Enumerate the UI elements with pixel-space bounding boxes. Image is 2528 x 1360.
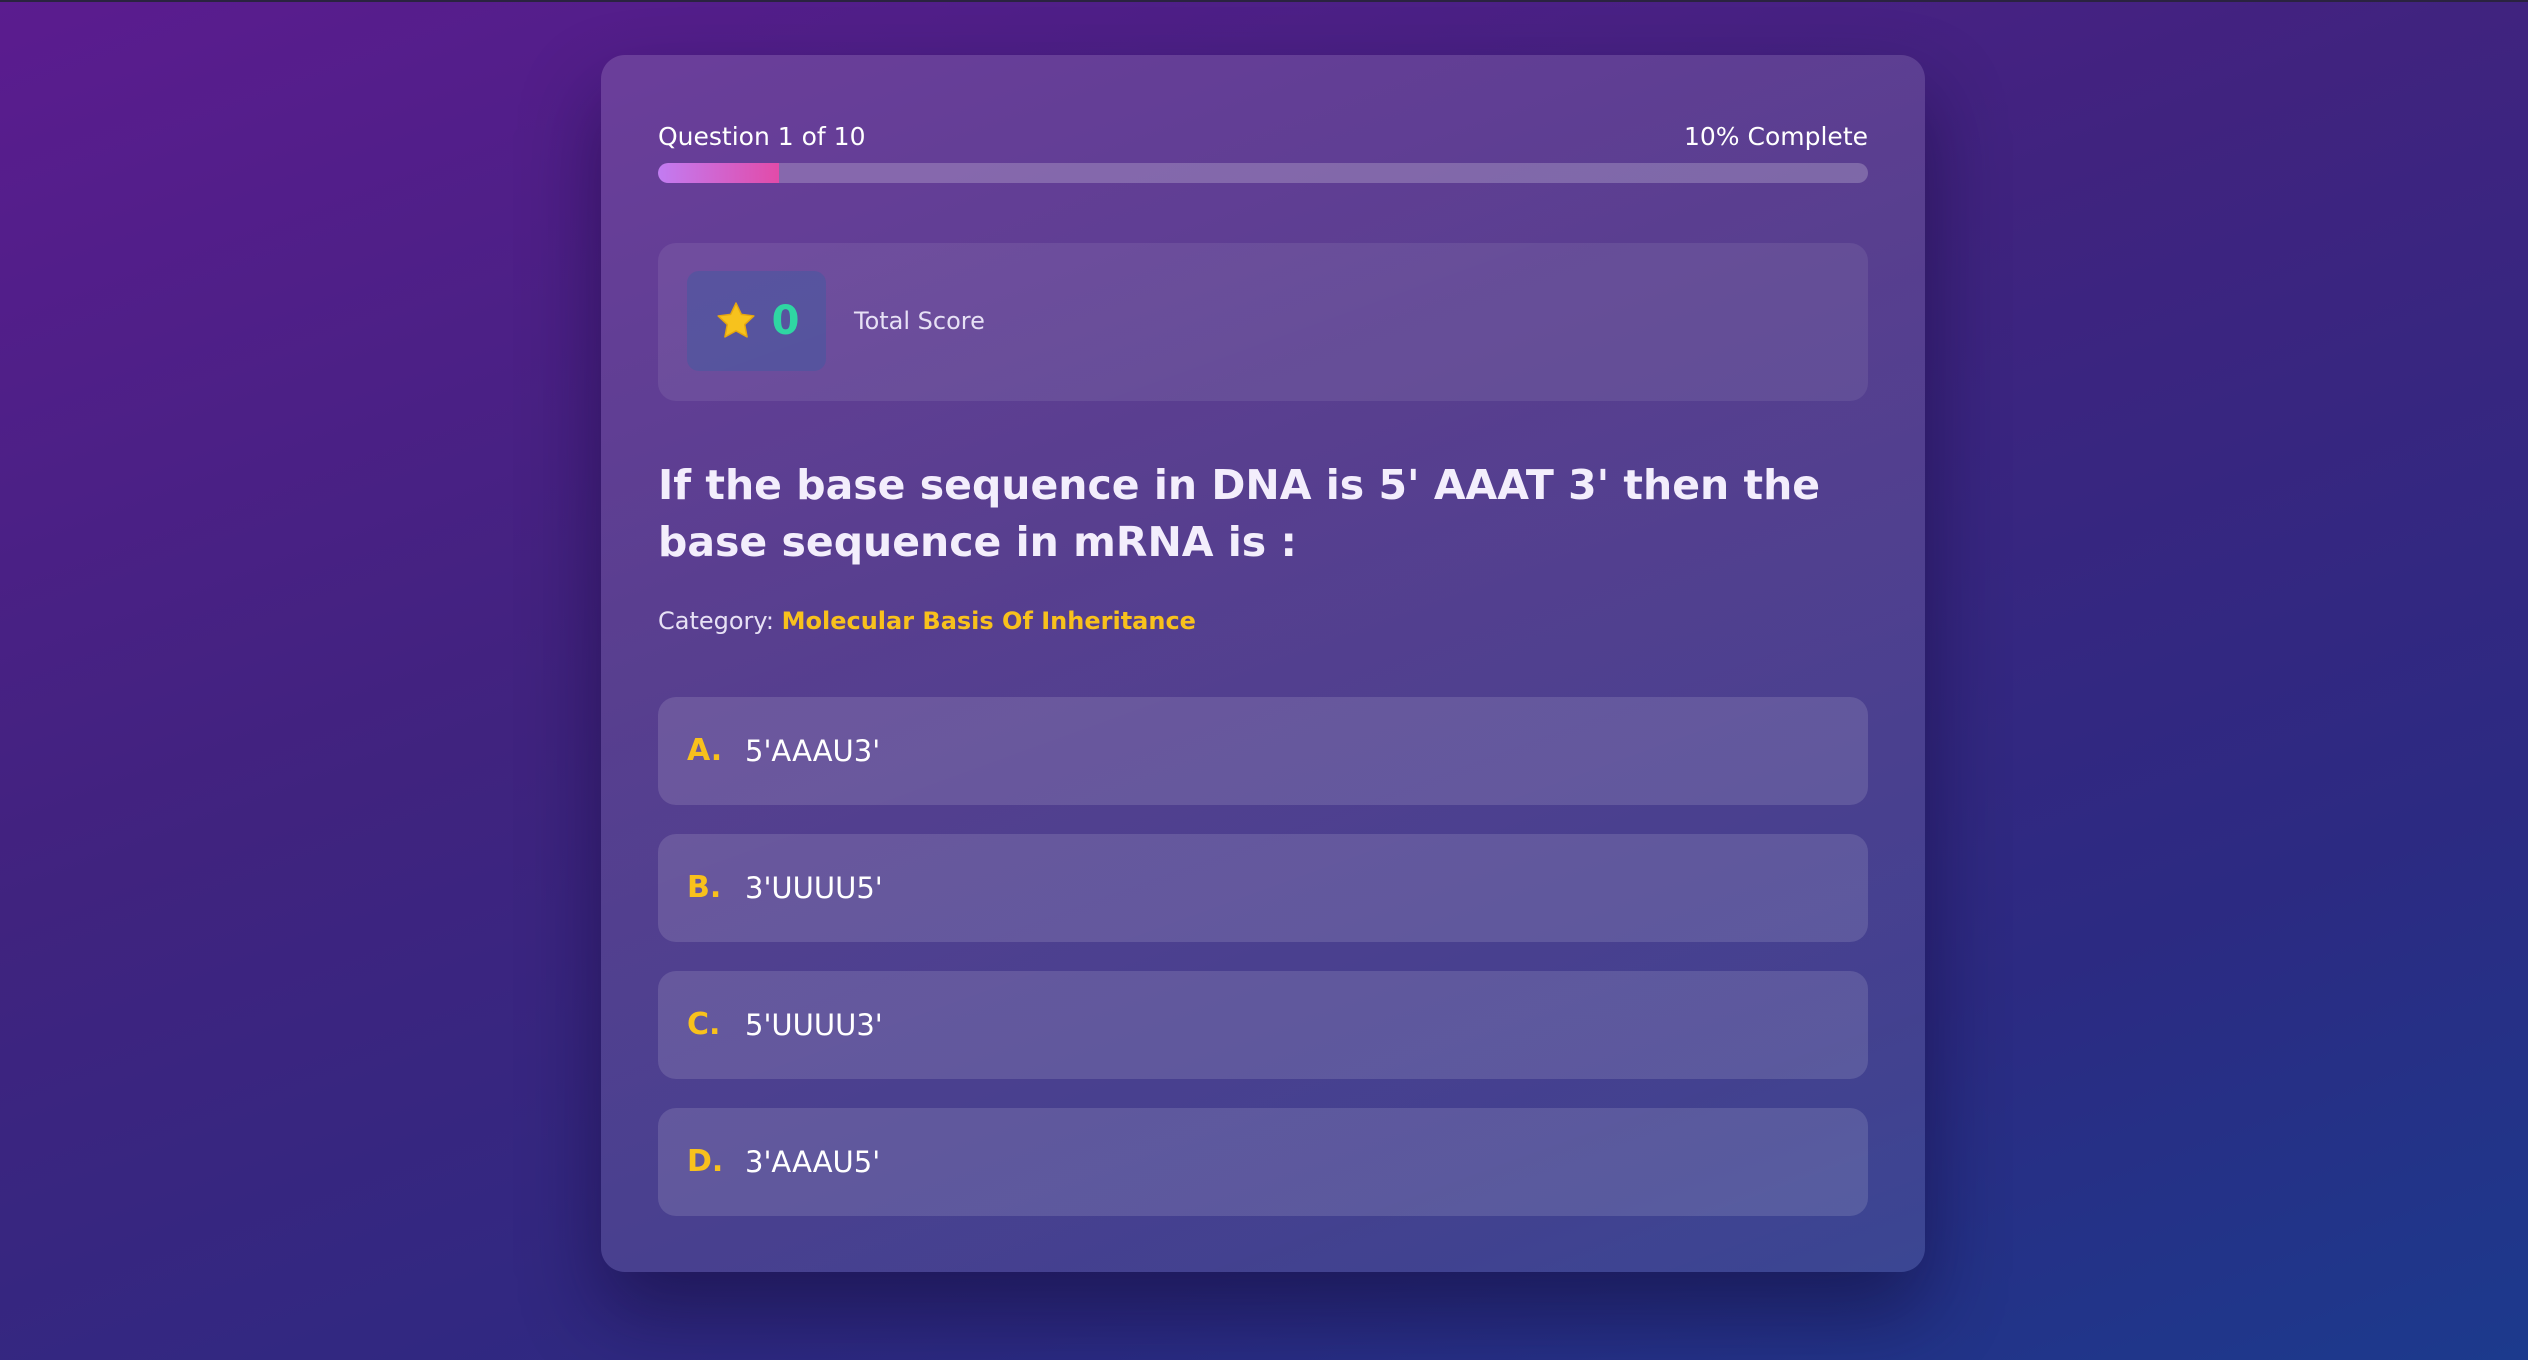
option-text: 5'UUUU3' bbox=[745, 1008, 883, 1042]
question-text: If the base sequence in DNA is 5' AAAT 3… bbox=[658, 461, 1821, 566]
option-text: 3'AAAU5' bbox=[745, 1145, 881, 1179]
option-b[interactable]: B. 3'UUUU5' bbox=[658, 834, 1868, 942]
option-text: 3'UUUU5' bbox=[745, 871, 883, 905]
question-counter: Question 1 of 10 bbox=[658, 122, 866, 151]
score-value: 0 bbox=[771, 298, 800, 344]
progress-bar-fill bbox=[658, 163, 779, 183]
star-icon bbox=[716, 302, 755, 338]
quiz-card: Question 1 of 10 10% Complete 0 Total Sc… bbox=[601, 55, 1925, 1272]
category-line: Category: Molecular Basis Of Inheritance bbox=[658, 603, 1196, 639]
score-panel: 0 Total Score bbox=[658, 243, 1868, 401]
option-letter: D. bbox=[687, 1144, 724, 1179]
option-a[interactable]: A. 5'AAAU3' bbox=[658, 697, 1868, 805]
option-letter: C. bbox=[687, 1007, 721, 1042]
option-d[interactable]: D. 3'AAAU5' bbox=[658, 1108, 1868, 1216]
window-top-border bbox=[0, 0, 2528, 2]
category-value: Molecular Basis Of Inheritance bbox=[781, 607, 1196, 635]
score-badge: 0 bbox=[687, 271, 826, 371]
option-c[interactable]: C. 5'UUUU3' bbox=[658, 971, 1868, 1079]
option-letter: B. bbox=[687, 870, 722, 905]
progress-bar bbox=[658, 163, 1868, 183]
progress-percent: 10% Complete bbox=[1684, 122, 1868, 151]
score-label: Total Score bbox=[854, 307, 985, 335]
category-label: Category: bbox=[658, 607, 774, 635]
option-text: 5'AAAU3' bbox=[745, 734, 881, 768]
option-letter: A. bbox=[687, 733, 723, 768]
